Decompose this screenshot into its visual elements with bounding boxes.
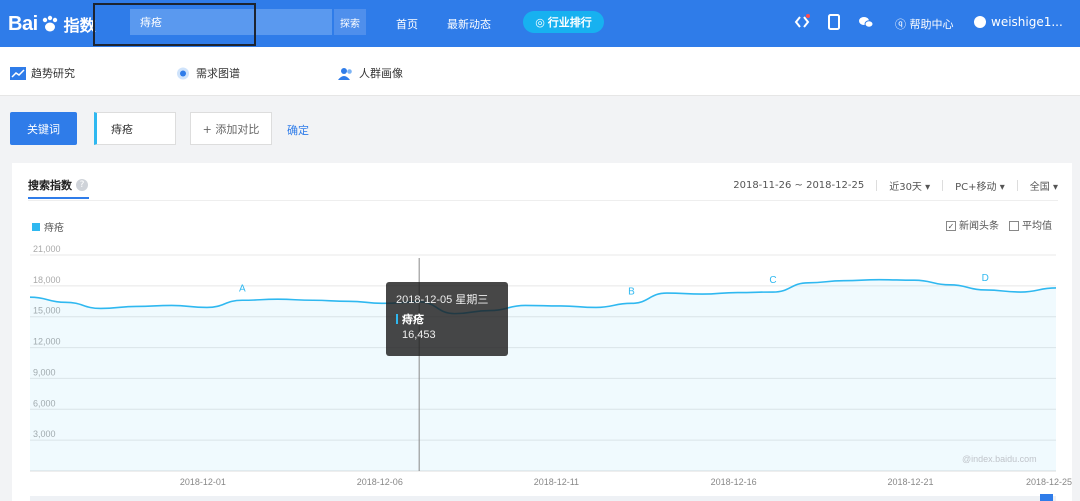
annotation-label: D [982,273,989,284]
y-tick-label: 21,000 [33,244,61,254]
x-tick-label: 2018-12-06 [357,477,403,487]
x-tick-label: 2018-12-21 [887,477,933,487]
range-slider-handle [1040,494,1053,501]
series-area [30,279,1056,471]
annotation-label: B [628,286,635,297]
watermark: @index.baidu.com [962,454,1037,464]
search-index-chart[interactable]: 21,00018,00015,00012,0009,0006,0003,000A… [0,0,1080,501]
x-tick-label: 2018-12-25 [1026,477,1072,487]
x-tick-label: 2018-12-16 [711,477,757,487]
x-tick-label: 2018-12-11 [534,477,579,487]
tooltip-value: 16,453 [402,329,436,341]
chart-tooltip: 2018-12-05 星期三 痔疮 16,453 [386,282,508,356]
x-tick-label: 2018-12-01 [180,477,226,487]
y-tick-label: 18,000 [33,275,61,285]
tooltip-swatch [396,314,398,324]
annotation-label: A [239,283,246,294]
tooltip-date: 2018-12-05 星期三 [396,294,489,306]
range-slider-track [30,496,1056,501]
tooltip-series: 痔疮 [396,311,498,327]
annotation-label: C [769,275,776,286]
